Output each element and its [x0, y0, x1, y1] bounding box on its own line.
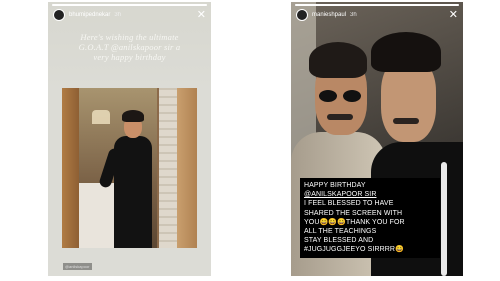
story-photo [62, 88, 197, 248]
story-header: bhumipednekar 3h ✕ [53, 8, 206, 22]
story-card-left[interactable]: bhumipednekar 3h ✕ Here's wishing the ul… [48, 2, 211, 276]
close-icon[interactable]: ✕ [449, 9, 458, 21]
hashtag-link[interactable]: #JUGJUGGJEEYO SIRRRR😄 [304, 245, 436, 254]
door-frame-left [62, 88, 79, 248]
avatar[interactable] [53, 9, 65, 21]
jacket-stripe [441, 162, 447, 276]
story-progress-bar [295, 4, 459, 6]
story-message: HAPPY BIRTHDAY @ANILSKAPOOR SIR I FEEL B… [300, 178, 440, 258]
avatar[interactable] [296, 9, 308, 21]
story-username[interactable]: bhumipednekar [69, 12, 110, 18]
story-header: manieshpaul 3h ✕ [296, 8, 458, 22]
person-hair [122, 110, 144, 122]
caption-line: G.O.A.T @anilskapoor sir a [78, 42, 181, 52]
message-line: HAPPY BIRTHDAY [304, 182, 366, 189]
story-username[interactable]: manieshpaul [312, 12, 346, 18]
story-progress-fill [295, 4, 459, 6]
message-line: STAY BLESSED AND [304, 237, 374, 245]
caption-line: very happy birthday [93, 52, 166, 62]
story-card-right[interactable]: manieshpaul 3h ✕ HAPPY BIRTHDAY @ANILSKA… [291, 2, 463, 276]
message-line: ALL THE TEACHINGS [304, 228, 377, 236]
close-icon[interactable]: ✕ [197, 9, 206, 21]
story-caption: Here's wishing the ultimate G.O.A.T @ani… [56, 32, 203, 62]
glass-panel [159, 88, 177, 248]
photo-tag[interactable]: @anilskapoor [63, 263, 92, 270]
caption-line: Here's wishing the ultimate [80, 32, 179, 42]
person-2-moustache [393, 118, 419, 124]
person-1-hair [309, 42, 367, 78]
person-2-hair [371, 32, 441, 72]
sunglasses [319, 90, 363, 102]
story-progress-fill [52, 4, 207, 6]
message-line: SHARED THE SCREEN WITH [304, 209, 403, 217]
person-1-moustache [327, 114, 353, 120]
story-progress-bar [52, 4, 207, 6]
story-timestamp: 3h [114, 12, 122, 18]
message-line: YOU😄😄😄THANK YOU FOR [304, 218, 405, 226]
lamp [92, 110, 110, 124]
story-timestamp: 3h [350, 12, 357, 18]
mention-link[interactable]: @ANILSKAPOOR SIR [304, 190, 436, 199]
door-frame-right [177, 88, 197, 248]
message-line: I FEEL BLESSED TO HAVE [304, 200, 394, 208]
